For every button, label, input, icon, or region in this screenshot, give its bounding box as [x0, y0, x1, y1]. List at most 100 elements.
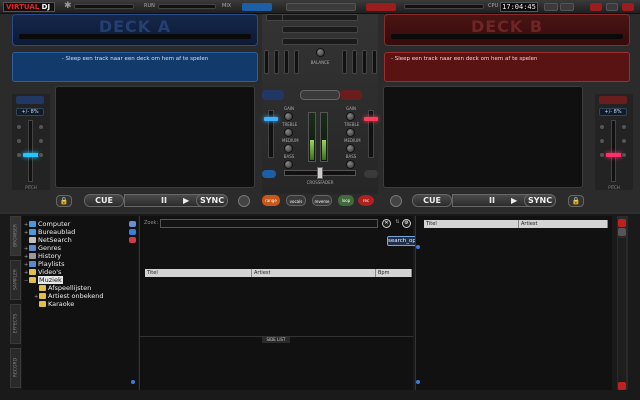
deck-b-waveform[interactable] [391, 34, 623, 39]
deck-b-pitch-knob-3[interactable] [599, 152, 605, 158]
deck-b-info[interactable]: - Sleep een track naar een deck om hem a… [384, 52, 630, 82]
column-header-bpm[interactable]: Bpm [376, 269, 412, 277]
record-toggle[interactable] [544, 3, 558, 11]
search-settings-icon[interactable]: ⚙ [402, 219, 411, 228]
deck-a-channel-fader[interactable] [264, 110, 278, 158]
deck-b-pitch-knob-6[interactable] [621, 152, 627, 158]
config-icon[interactable] [590, 3, 602, 11]
deck-a-loop-button[interactable] [238, 195, 250, 207]
search-sort-icon[interactable]: ⇅ [393, 219, 402, 228]
side-list-expand-icon[interactable] [416, 245, 420, 249]
deck-a-pitch-top-button[interactable] [16, 96, 44, 104]
deck-b-select-button[interactable] [366, 3, 396, 11]
deck-a-jogwheel-screen[interactable] [55, 86, 255, 188]
search-options-icon[interactable]: ✕ [382, 219, 391, 228]
deck-b-fader-handle[interactable] [364, 117, 378, 121]
deck-b-volume-slider-2[interactable] [352, 50, 357, 74]
star-icon[interactable]: ✱ [64, 1, 72, 11]
deck-a-treble-knob[interactable] [284, 128, 293, 137]
deck-b-gain-knob[interactable] [346, 112, 355, 121]
close-icon[interactable] [622, 3, 634, 11]
deck-a-pitch-knob-5[interactable] [38, 138, 44, 144]
deck-a-pitch-knob-4[interactable] [38, 124, 44, 130]
automix-button[interactable] [286, 3, 356, 11]
balance-knob[interactable] [316, 48, 325, 57]
deck-b-treble-knob[interactable] [346, 128, 355, 137]
deck-a-lock-icon[interactable]: 🔒 [56, 195, 72, 207]
deck-b-medium-knob[interactable] [346, 144, 355, 153]
record-button[interactable]: rec [358, 195, 374, 206]
range-button[interactable]: range [262, 195, 280, 206]
scroll-track[interactable] [618, 238, 626, 383]
deck-b-pitch-top-button[interactable] [599, 96, 627, 104]
tree-item-afspeellijsten[interactable]: Afspeellijsten [34, 284, 91, 292]
deck-a-pfl-button[interactable] [262, 170, 276, 178]
tree-item-karaoke[interactable]: Karaoke [34, 300, 74, 308]
search-folder-icon[interactable] [129, 221, 136, 227]
deck-a-pitch-knob-3[interactable] [16, 152, 22, 158]
deck-a-cue-button[interactable]: CUE [84, 194, 124, 207]
deck-a-sync-button[interactable]: SYNC [196, 194, 228, 207]
deck-a-fader-handle[interactable] [264, 117, 278, 121]
deck-b-pitch-knob-5[interactable] [621, 138, 627, 144]
add-folder-icon[interactable] [129, 229, 136, 235]
scroll-close-button[interactable] [618, 382, 626, 390]
scroll-up-button[interactable] [618, 219, 626, 227]
side-column-header-title[interactable]: Titel [424, 220, 519, 228]
browser-scrollbar[interactable] [617, 216, 628, 390]
deck-b-pfl-button[interactable] [364, 170, 378, 178]
deck-a-volume-slider-2[interactable] [274, 50, 279, 74]
deck-b-volume-slider-4[interactable] [372, 50, 377, 74]
tab-record[interactable]: RECORD [10, 348, 21, 388]
deck-b-channel-button[interactable] [340, 90, 362, 100]
deck-a-pitch-range[interactable]: +/- 8% [16, 108, 44, 116]
deck-b-lock-icon[interactable]: 🔒 [568, 195, 584, 207]
deck-b-cue-button[interactable]: CUE [412, 194, 452, 207]
deck-a-waveform[interactable] [19, 34, 251, 39]
deck-b-sync-button[interactable]: SYNC [524, 194, 556, 207]
deck-a-pitch-knob-1[interactable] [16, 124, 22, 130]
deck-b-volume-slider-1[interactable] [342, 50, 347, 74]
loop-button[interactable]: loop [338, 195, 354, 206]
minimize-button[interactable] [606, 3, 618, 11]
deck-a-gain-knob[interactable] [284, 112, 293, 121]
deck-a-info[interactable]: - Sleep een track naar een deck om hem a… [12, 52, 258, 82]
deck-b-loop-button[interactable] [390, 195, 402, 207]
side-list-toggle[interactable]: SIDE LIST [262, 337, 290, 343]
deck-a-volume-slider-3[interactable] [284, 50, 289, 74]
deck-b-pitch-range[interactable]: +/- 8% [599, 108, 627, 116]
mixer-mode-button[interactable] [300, 90, 340, 100]
side-column-header-artist[interactable]: Artiest [519, 220, 608, 228]
vocals-button[interactable]: vocals [286, 195, 306, 206]
tree-item-netsearch[interactable]: NetSearch [24, 236, 72, 244]
deck-a-bass-knob[interactable] [284, 160, 293, 169]
crossfader-handle[interactable] [317, 167, 323, 179]
deck-a-medium-knob[interactable] [284, 144, 293, 153]
tab-browser[interactable]: BROWSER [10, 216, 21, 256]
tab-effects[interactable]: EFFECTS [10, 304, 21, 344]
deck-a-channel-button[interactable] [262, 90, 284, 100]
tree-options-icon[interactable] [131, 380, 135, 384]
side-list-options-icon[interactable] [416, 380, 420, 384]
deck-a-volume-slider-1[interactable] [264, 50, 269, 74]
deck-b-header[interactable]: DECK B [384, 14, 630, 46]
deck-b-pitch-knob-2[interactable] [599, 138, 605, 144]
deck-b-jogwheel-screen[interactable] [383, 86, 583, 188]
deck-a-pitch-handle[interactable] [23, 153, 39, 157]
scroll-option-button[interactable] [618, 228, 626, 236]
deck-b-pitch-slider[interactable] [606, 120, 622, 182]
tab-sampler[interactable]: SAMPLER [10, 260, 21, 300]
crossfader[interactable] [284, 167, 356, 179]
deck-b-pitch-handle[interactable] [606, 153, 622, 157]
broadcast-toggle[interactable] [560, 3, 574, 11]
search-input[interactable] [160, 219, 378, 228]
remove-folder-icon[interactable] [129, 237, 136, 243]
column-header-title[interactable]: Titel [145, 269, 252, 277]
deck-b-bass-knob[interactable] [346, 160, 355, 169]
deck-b-pitch-knob-1[interactable] [599, 124, 605, 130]
deck-a-volume-slider-4[interactable] [294, 50, 299, 74]
deck-b-volume-slider-3[interactable] [362, 50, 367, 74]
deck-a-pitch-knob-6[interactable] [38, 152, 44, 158]
deck-a-select-button[interactable] [242, 3, 272, 11]
deck-b-channel-fader[interactable] [364, 110, 378, 158]
